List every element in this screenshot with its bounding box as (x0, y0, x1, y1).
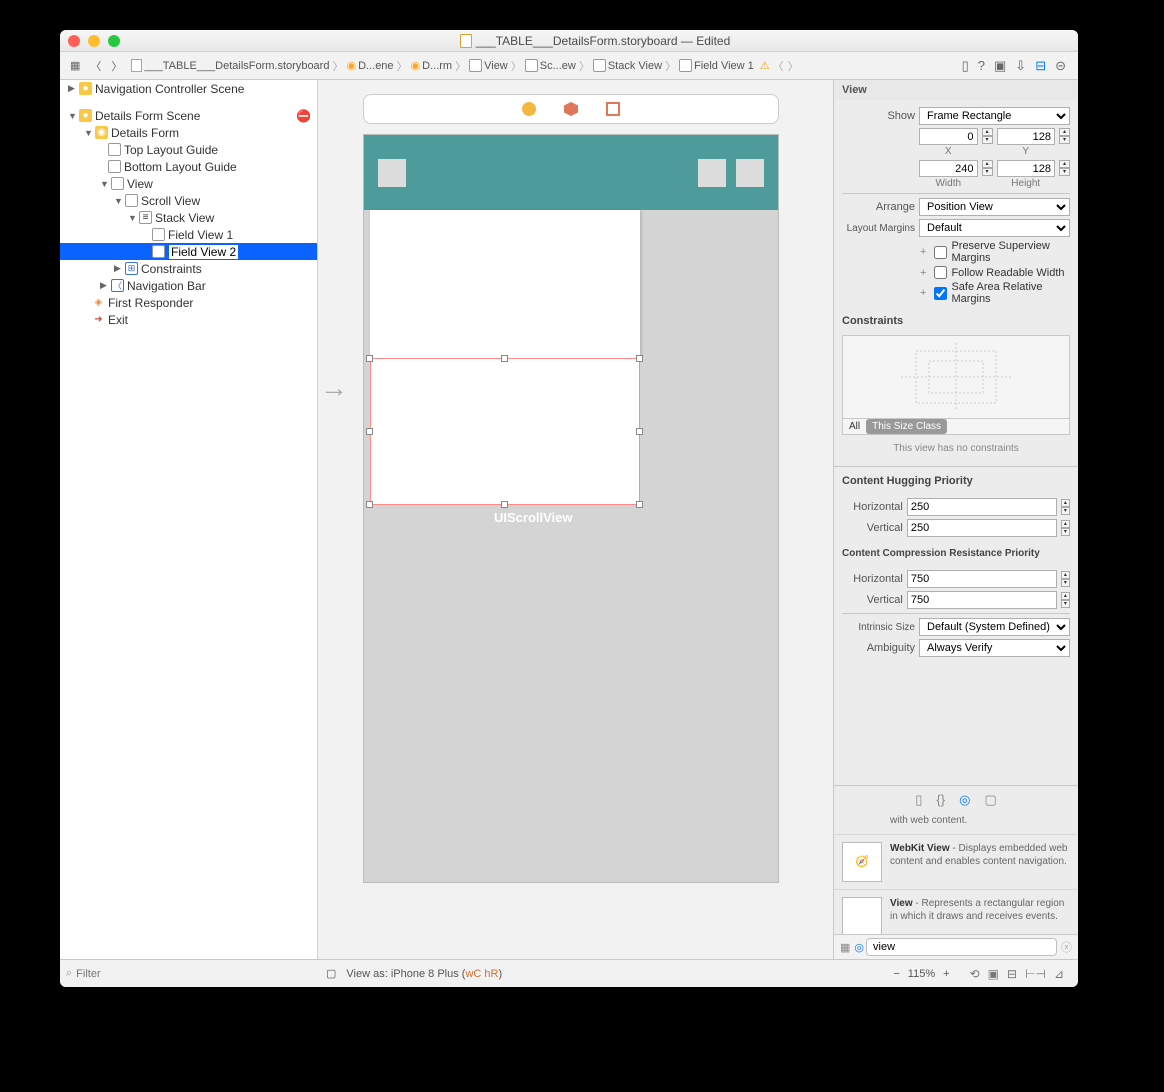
show-select[interactable]: Frame Rectangle (919, 107, 1070, 125)
intrinsic-select[interactable]: Default (System Defined) (919, 618, 1070, 636)
library-item[interactable]: View - Represents a rectangular region i… (834, 890, 1078, 935)
outline-selected-row[interactable]: Field View 2 (60, 243, 317, 260)
constraints-diagram[interactable]: AllThis Size Class (842, 335, 1070, 435)
help-inspector-icon[interactable]: ? (978, 58, 985, 73)
embed-icon[interactable]: ▣ (988, 967, 999, 981)
back-button[interactable]: 〈 (86, 56, 105, 76)
size-inspector-icon[interactable]: ⊟ (1035, 58, 1046, 74)
webkit-icon: 🧭 (842, 842, 882, 882)
pin-icon[interactable]: ⊢⊣ (1025, 967, 1046, 981)
identity-inspector-icon[interactable]: ▣ (994, 58, 1006, 74)
stop-icon[interactable]: ⛔ (296, 109, 311, 123)
align-icon[interactable]: ⊟ (1007, 967, 1017, 981)
y-stepper[interactable]: ▴▾ (1059, 128, 1070, 157)
view-as-label[interactable]: View as: iPhone 8 Plus (wC hR) (346, 968, 502, 980)
ccrp-v-input[interactable] (907, 591, 1057, 609)
filter-icon[interactable]: ⌕ (66, 967, 72, 980)
update-frames-icon[interactable]: ⟲ (970, 967, 980, 981)
grid-icon[interactable]: ▦ (840, 941, 850, 954)
scene-dock[interactable] (363, 94, 779, 124)
minimize-icon[interactable] (88, 35, 100, 47)
rename-field[interactable]: Field View 2 (168, 244, 239, 260)
library-item[interactable]: 🧭WebKit View - Displays embedded web con… (834, 835, 1078, 890)
clear-icon[interactable]: ⓧ (1061, 939, 1072, 955)
toggle-outline-icon[interactable]: ▢ (326, 967, 336, 980)
field-view-1[interactable] (370, 210, 640, 358)
library-tabs[interactable]: ▯{}◎▢ (834, 785, 1078, 814)
warning-icon[interactable]: ⚠ (760, 59, 770, 72)
scroll-view-label: UIScrollView (494, 510, 573, 525)
zoom-in-button[interactable]: + (943, 968, 949, 980)
forward-button[interactable]: 〉 (107, 56, 126, 76)
device-frame: UIScrollView (363, 134, 779, 883)
width-input[interactable] (919, 160, 978, 177)
preserve-margins-checkbox[interactable] (934, 246, 947, 259)
x-stepper[interactable]: ▴▾ (982, 128, 993, 157)
section-view: View (834, 80, 1078, 100)
library-filter-input[interactable] (866, 938, 1057, 956)
close-icon[interactable] (68, 35, 80, 47)
safe-area-checkbox[interactable] (934, 287, 947, 300)
breadcrumb[interactable]: ___TABLE___DetailsForm.storyboard〉 ◉D...… (127, 58, 803, 74)
margins-select[interactable]: Default (919, 219, 1070, 237)
field-view-2-selected[interactable] (370, 358, 640, 505)
related-items-icon[interactable]: ▦ (66, 57, 84, 74)
x-input[interactable] (919, 128, 978, 145)
titlebar: ___TABLE___DetailsForm.storyboard — Edit… (60, 30, 1078, 52)
canvas[interactable]: UIScrollView → (318, 80, 833, 959)
w-stepper[interactable]: ▴▾ (982, 160, 993, 189)
chp-v-input[interactable] (907, 519, 1057, 537)
outline-filter-input[interactable] (76, 968, 312, 980)
zoom-icon[interactable] (108, 35, 120, 47)
y-input[interactable] (997, 128, 1056, 145)
ambiguity-select[interactable]: Always Verify (919, 639, 1070, 657)
document-outline[interactable]: ▶●Navigation Controller Scene ▼●Details … (60, 80, 318, 959)
height-input[interactable] (997, 160, 1056, 177)
entry-arrow-icon[interactable]: → (320, 372, 348, 404)
connections-inspector-icon[interactable]: ⊝ (1055, 58, 1066, 74)
file-icon (460, 34, 472, 48)
file-inspector-icon[interactable]: ▯ (962, 58, 969, 74)
bottom-bar: ⌕ ▢ View as: iPhone 8 Plus (wC hR) −115%… (60, 959, 1078, 987)
inspector: View ShowFrame Rectangle X ▴▾ Y ▴▾ Width… (833, 80, 1078, 959)
zoom-level[interactable]: 115% (908, 968, 935, 980)
follow-readable-checkbox[interactable] (934, 266, 947, 279)
window-title: ___TABLE___DetailsForm.storyboard — Edit… (476, 34, 731, 48)
view-icon (842, 897, 882, 935)
zoom-out-button[interactable]: − (893, 968, 899, 980)
h-stepper[interactable]: ▴▾ (1059, 160, 1070, 189)
attributes-inspector-icon[interactable]: ⇩ (1015, 58, 1026, 74)
file-icon (131, 59, 142, 72)
chp-h-input[interactable] (907, 498, 1057, 516)
ccrp-h-input[interactable] (907, 570, 1057, 588)
resolve-icon[interactable]: ⊿ (1054, 967, 1064, 981)
jump-bar: ▦ 〈 〉 ___TABLE___DetailsForm.storyboard〉… (60, 52, 1078, 80)
arrange-select[interactable]: Position View (919, 198, 1070, 216)
